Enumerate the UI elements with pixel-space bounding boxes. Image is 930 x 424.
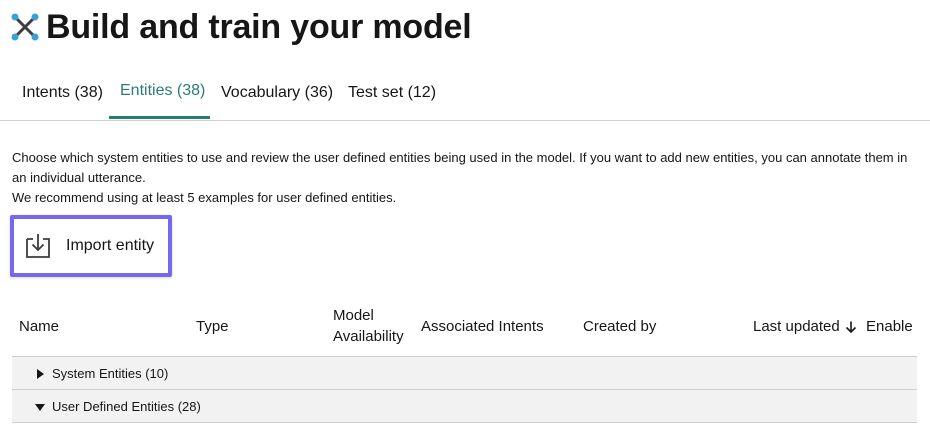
- column-header-last-updated[interactable]: Last updated: [753, 316, 858, 337]
- group-label: User Defined Entities (28): [52, 398, 201, 414]
- description-line-1: Choose which system entities to use and …: [12, 150, 908, 185]
- column-header-created-by[interactable]: Created by: [583, 316, 656, 337]
- tab-test-set[interactable]: Test set (12): [337, 66, 447, 119]
- arrow-down-icon: [845, 321, 856, 333]
- import-entity-label: Import entity: [66, 237, 155, 254]
- entities-description: Choose which system entities to use and …: [12, 148, 912, 208]
- description-line-2: We recommend using at least 5 examples f…: [12, 190, 397, 205]
- tab-bar: Intents (38) Entities (38) Vocabulary (3…: [0, 66, 930, 121]
- group-label: System Entities (10): [52, 365, 169, 381]
- group-row-user-defined-entities[interactable]: User Defined Entities (28): [12, 390, 917, 423]
- import-download-icon: [24, 232, 52, 260]
- column-header-type[interactable]: Type: [196, 316, 229, 337]
- tab-vocabulary[interactable]: Vocabulary (36): [210, 66, 344, 119]
- page-title: Build and train your model: [46, 7, 472, 46]
- caret-down-icon: [34, 400, 46, 412]
- import-entity-button[interactable]: Import entity: [10, 215, 172, 277]
- column-header-model-availability[interactable]: Model Availability: [333, 305, 415, 347]
- entities-table-header: Name Type Model Availability Associated …: [12, 300, 917, 357]
- page-header: Build and train your model: [10, 4, 472, 50]
- group-row-system-entities[interactable]: System Entities (10): [12, 357, 917, 390]
- column-header-name[interactable]: Name: [19, 316, 59, 337]
- last-updated-label: Last updated: [753, 318, 840, 335]
- column-header-enable[interactable]: Enable: [866, 316, 913, 337]
- caret-right-icon: [34, 367, 46, 379]
- tab-entities[interactable]: Entities (38): [109, 66, 210, 119]
- column-header-associated-intents[interactable]: Associated Intents: [421, 316, 544, 337]
- model-network-icon: [10, 12, 40, 42]
- tab-intents[interactable]: Intents (38): [11, 66, 114, 119]
